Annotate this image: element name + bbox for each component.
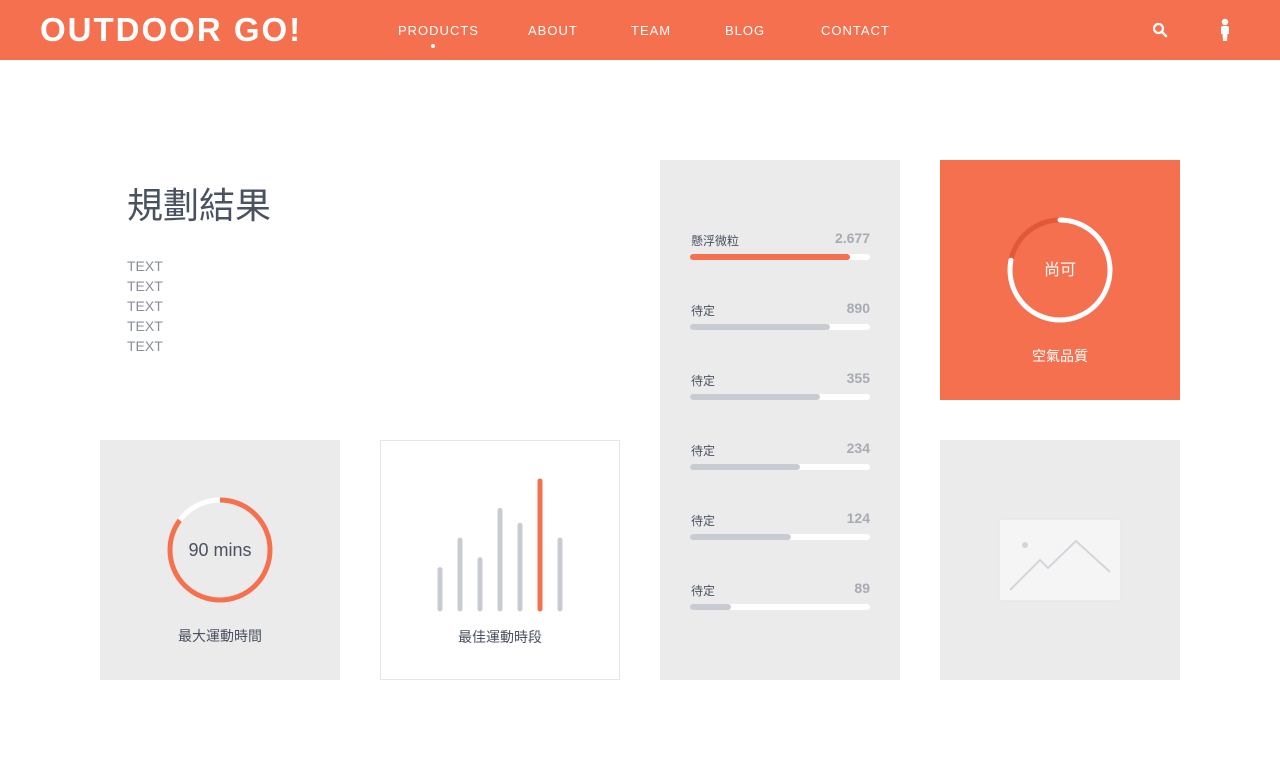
stat-item: 待定 234 (690, 440, 870, 470)
stat-name: 待定 (691, 304, 716, 318)
exercise-time-label: 最大運動時間 (178, 628, 262, 644)
stat-track (690, 254, 870, 260)
stat-name: 待定 (691, 444, 716, 458)
air-quality-label: 空氣品質 (1032, 348, 1088, 364)
stat-item: 待定 89 (690, 580, 870, 610)
image-placeholder-icon (998, 518, 1122, 602)
exercise-time-value: 90 mins (188, 540, 252, 560)
stat-value: 124 (846, 510, 870, 526)
stat-fill (690, 604, 732, 610)
stat-name: 待定 (691, 374, 716, 388)
stat-name: 待定 (691, 514, 716, 528)
image-placeholder-card[interactable] (940, 440, 1180, 680)
text-line: TEXT (127, 298, 163, 314)
stat-value: 890 (846, 300, 870, 316)
stat-track (690, 394, 870, 400)
stat-fill (690, 534, 791, 540)
text-line: TEXT (127, 278, 163, 294)
exercise-time-card[interactable]: 90 mins 最大運動時間 (100, 440, 340, 680)
top-navbar: OUTDOOR GO! PRODUCTS ABOUT TEAM BLOG CON… (0, 0, 1280, 60)
stat-item: 待定 124 (690, 510, 870, 540)
stat-track (690, 604, 870, 610)
stat-fill (690, 394, 820, 400)
text-list: TEXT TEXT TEXT TEXT TEXT (127, 256, 163, 356)
stat-track (690, 534, 870, 540)
stat-track (690, 324, 870, 330)
text-line: TEXT (127, 338, 163, 354)
text-line: TEXT (127, 258, 163, 274)
stat-value: 355 (846, 370, 870, 386)
nav-products[interactable]: PRODUCTS (398, 22, 479, 40)
nav-team[interactable]: TEAM (631, 22, 671, 40)
page-title: 規劃結果 (127, 186, 272, 227)
air-quality-status: 尚可 (1043, 262, 1076, 279)
logo[interactable]: OUTDOOR GO! (40, 10, 302, 50)
stat-value: 89 (854, 580, 870, 596)
stat-name: 懸浮微粒 (691, 234, 740, 248)
best-period-label: 最佳運動時段 (458, 629, 542, 645)
search-icon[interactable] (1152, 22, 1168, 43)
stat-value: 2.677 (834, 230, 870, 246)
user-icon[interactable] (1219, 18, 1231, 47)
stat-item: 待定 890 (690, 300, 870, 330)
stat-fill (690, 464, 800, 470)
stats-card: 懸浮微粒 2.677 待定 890 待定 355 待定 234 待定 124 待… (660, 160, 900, 680)
text-line: TEXT (127, 318, 163, 334)
best-period-card[interactable]: 最佳運動時段 (380, 440, 620, 680)
air-quality-card[interactable]: 尚可 空氣品質 (940, 160, 1180, 400)
stat-item: 懸浮微粒 2.677 (690, 230, 870, 260)
active-nav-indicator (431, 44, 435, 48)
stat-fill (690, 324, 831, 330)
nav-blog[interactable]: BLOG (725, 22, 765, 40)
stat-name: 待定 (691, 584, 716, 598)
nav-contact[interactable]: CONTACT (821, 22, 890, 40)
stat-item: 待定 355 (690, 370, 870, 400)
stat-track (690, 464, 870, 470)
nav-about[interactable]: ABOUT (528, 22, 578, 40)
stat-value: 234 (846, 440, 870, 456)
stat-fill (690, 254, 851, 260)
